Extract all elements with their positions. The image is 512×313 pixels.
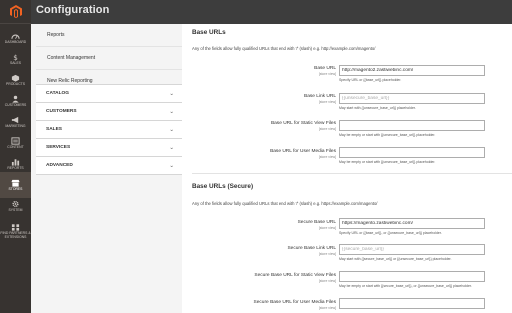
config-sidebar: Reports Content Management New Relic Rep… <box>36 24 182 313</box>
field-scope: [store view] <box>318 251 336 256</box>
field-scope: [store view] <box>318 278 336 283</box>
field-label: Secure Base URL for User Media Files [st… <box>254 300 336 310</box>
nav-label: FIND PARTNERS & EXTENSIONS <box>0 230 31 239</box>
base-url-input[interactable] <box>339 65 485 76</box>
base-link-url-input[interactable] <box>339 93 485 104</box>
nav-label: CUSTOMERS <box>4 102 27 107</box>
field-label-text: Base Link URL <box>304 94 336 99</box>
sidebar-item-content-management[interactable]: Content Management <box>36 47 182 69</box>
section-label: SERVICES <box>46 145 71 150</box>
sidebar-empty-area <box>36 174 182 297</box>
section-title-secure-urls: Base URLs (Secure) <box>192 183 254 190</box>
nav-label: REPORTS <box>7 165 24 170</box>
field-scope: [store view] <box>318 225 336 230</box>
megaphone-icon <box>11 116 19 123</box>
gear-icon <box>12 200 19 207</box>
section-label: SALES <box>46 127 62 132</box>
svg-text:$: $ <box>13 53 18 61</box>
sidebar-section-advanced[interactable]: ADVANCED ⌄ <box>36 156 182 174</box>
field-label: Secure Base URL for Static View Files [s… <box>254 273 336 283</box>
sidebar-section-catalog[interactable]: CATALOG ⌄ <box>36 84 182 102</box>
section-intro: Any of the fields allow fully qualified … <box>192 201 378 206</box>
secure-base-url-static-input[interactable] <box>339 271 485 282</box>
field-label: Base URL for User Media Files [store vie… <box>270 149 336 159</box>
section-label: CUSTOMERS <box>46 109 77 114</box>
field-label: Base Link URL [store view] <box>304 94 336 104</box>
chevron-down-icon: ⌄ <box>169 108 174 115</box>
field-note: May start with {{unsecure_base_url}} pla… <box>339 106 416 110</box>
field-label-text: Secure Base URL <box>297 220 336 225</box>
field-label: Base URL [store view] <box>314 66 336 76</box>
section-label: ADVANCED <box>46 163 73 168</box>
nav-find-partners[interactable]: FIND PARTNERS & EXTENSIONS <box>0 216 31 246</box>
page-title: Configuration <box>36 4 110 16</box>
field-note: Specify URL or {{base_url}}, or {{unsecu… <box>339 231 442 235</box>
field-label-text: Secure Base URL for Static View Files <box>254 273 336 278</box>
magento-logo[interactable] <box>0 0 31 24</box>
base-url-static-input[interactable] <box>339 120 485 131</box>
field-note: Specify URL or {{base_url}} placeholder. <box>339 78 402 82</box>
dollar-icon: $ <box>13 53 18 61</box>
magento-logo-icon <box>9 5 22 18</box>
sidebar-section-customers[interactable]: CUSTOMERS ⌄ <box>36 102 182 120</box>
nav-label: PRODUCTS <box>5 81 26 86</box>
section-intro: Any of the fields allow fully qualified … <box>192 46 376 51</box>
chevron-down-icon: ⌄ <box>169 144 174 151</box>
section-title-base-urls: Base URLs <box>192 29 226 36</box>
nav-label: DASHBOARD <box>4 39 27 44</box>
field-note: May be empty or start with {{unsecure_ba… <box>339 160 436 164</box>
store-icon <box>11 179 20 187</box>
sidebar-section-sales[interactable]: SALES ⌄ <box>36 120 182 138</box>
chevron-down-icon: ⌄ <box>169 90 174 97</box>
field-scope: [store view] <box>318 154 336 159</box>
nav-label: SALES <box>10 60 21 65</box>
chevron-down-icon: ⌄ <box>169 162 174 169</box>
bar-chart-icon <box>11 159 20 166</box>
field-scope: [store view] <box>318 126 336 131</box>
base-url-media-input[interactable] <box>339 147 485 158</box>
field-scope: [store view] <box>318 305 336 310</box>
field-note: May start with {{secure_base_url}} or {{… <box>339 257 452 261</box>
field-label-text: Base URL <box>314 66 336 71</box>
dashboard-icon <box>11 34 20 39</box>
cube-icon <box>11 74 20 82</box>
secure-base-url-input[interactable] <box>339 218 485 229</box>
config-main: Base URLs Any of the fields allow fully … <box>182 24 512 313</box>
field-label-text: Base URL for User Media Files <box>270 149 336 154</box>
divider <box>192 173 512 174</box>
field-label-text: Secure Base URL for User Media Files <box>253 300 336 305</box>
customers-icon <box>12 95 19 103</box>
extensions-icon <box>11 224 20 231</box>
nav-label: STORES <box>8 186 23 191</box>
field-scope: [store view] <box>318 99 336 104</box>
field-label-text: Secure Base Link URL <box>287 246 336 251</box>
field-scope: [store view] <box>318 71 336 76</box>
field-label: Secure Base Link URL [store view] <box>287 246 336 256</box>
nav-label: CONTENT <box>7 144 24 149</box>
field-label-text: Base URL for Static View Files <box>270 121 336 126</box>
page-header: Configuration <box>31 0 512 24</box>
section-label: CATALOG <box>46 91 70 96</box>
sidebar-section-services[interactable]: SERVICES ⌄ <box>36 138 182 156</box>
admin-nav: DASHBOARD $ SALES PRODUCTS CUSTOMERS MAR… <box>0 0 31 313</box>
nav-label: MARKETING <box>5 123 26 128</box>
secure-base-url-media-input[interactable] <box>339 298 485 309</box>
field-note: May be empty or start with {{unsecure_ba… <box>339 133 436 137</box>
sidebar-item-reports[interactable]: Reports <box>36 24 182 46</box>
field-note: May be empty or start with {{secure_base… <box>339 284 472 288</box>
field-label: Base URL for Static View Files [store vi… <box>271 121 336 131</box>
secure-base-link-url-input[interactable] <box>339 244 485 255</box>
content-icon <box>11 137 20 145</box>
nav-label: SYSTEM <box>8 207 23 212</box>
field-label: Secure Base URL [store view] <box>298 220 336 230</box>
chevron-down-icon: ⌄ <box>169 126 174 133</box>
